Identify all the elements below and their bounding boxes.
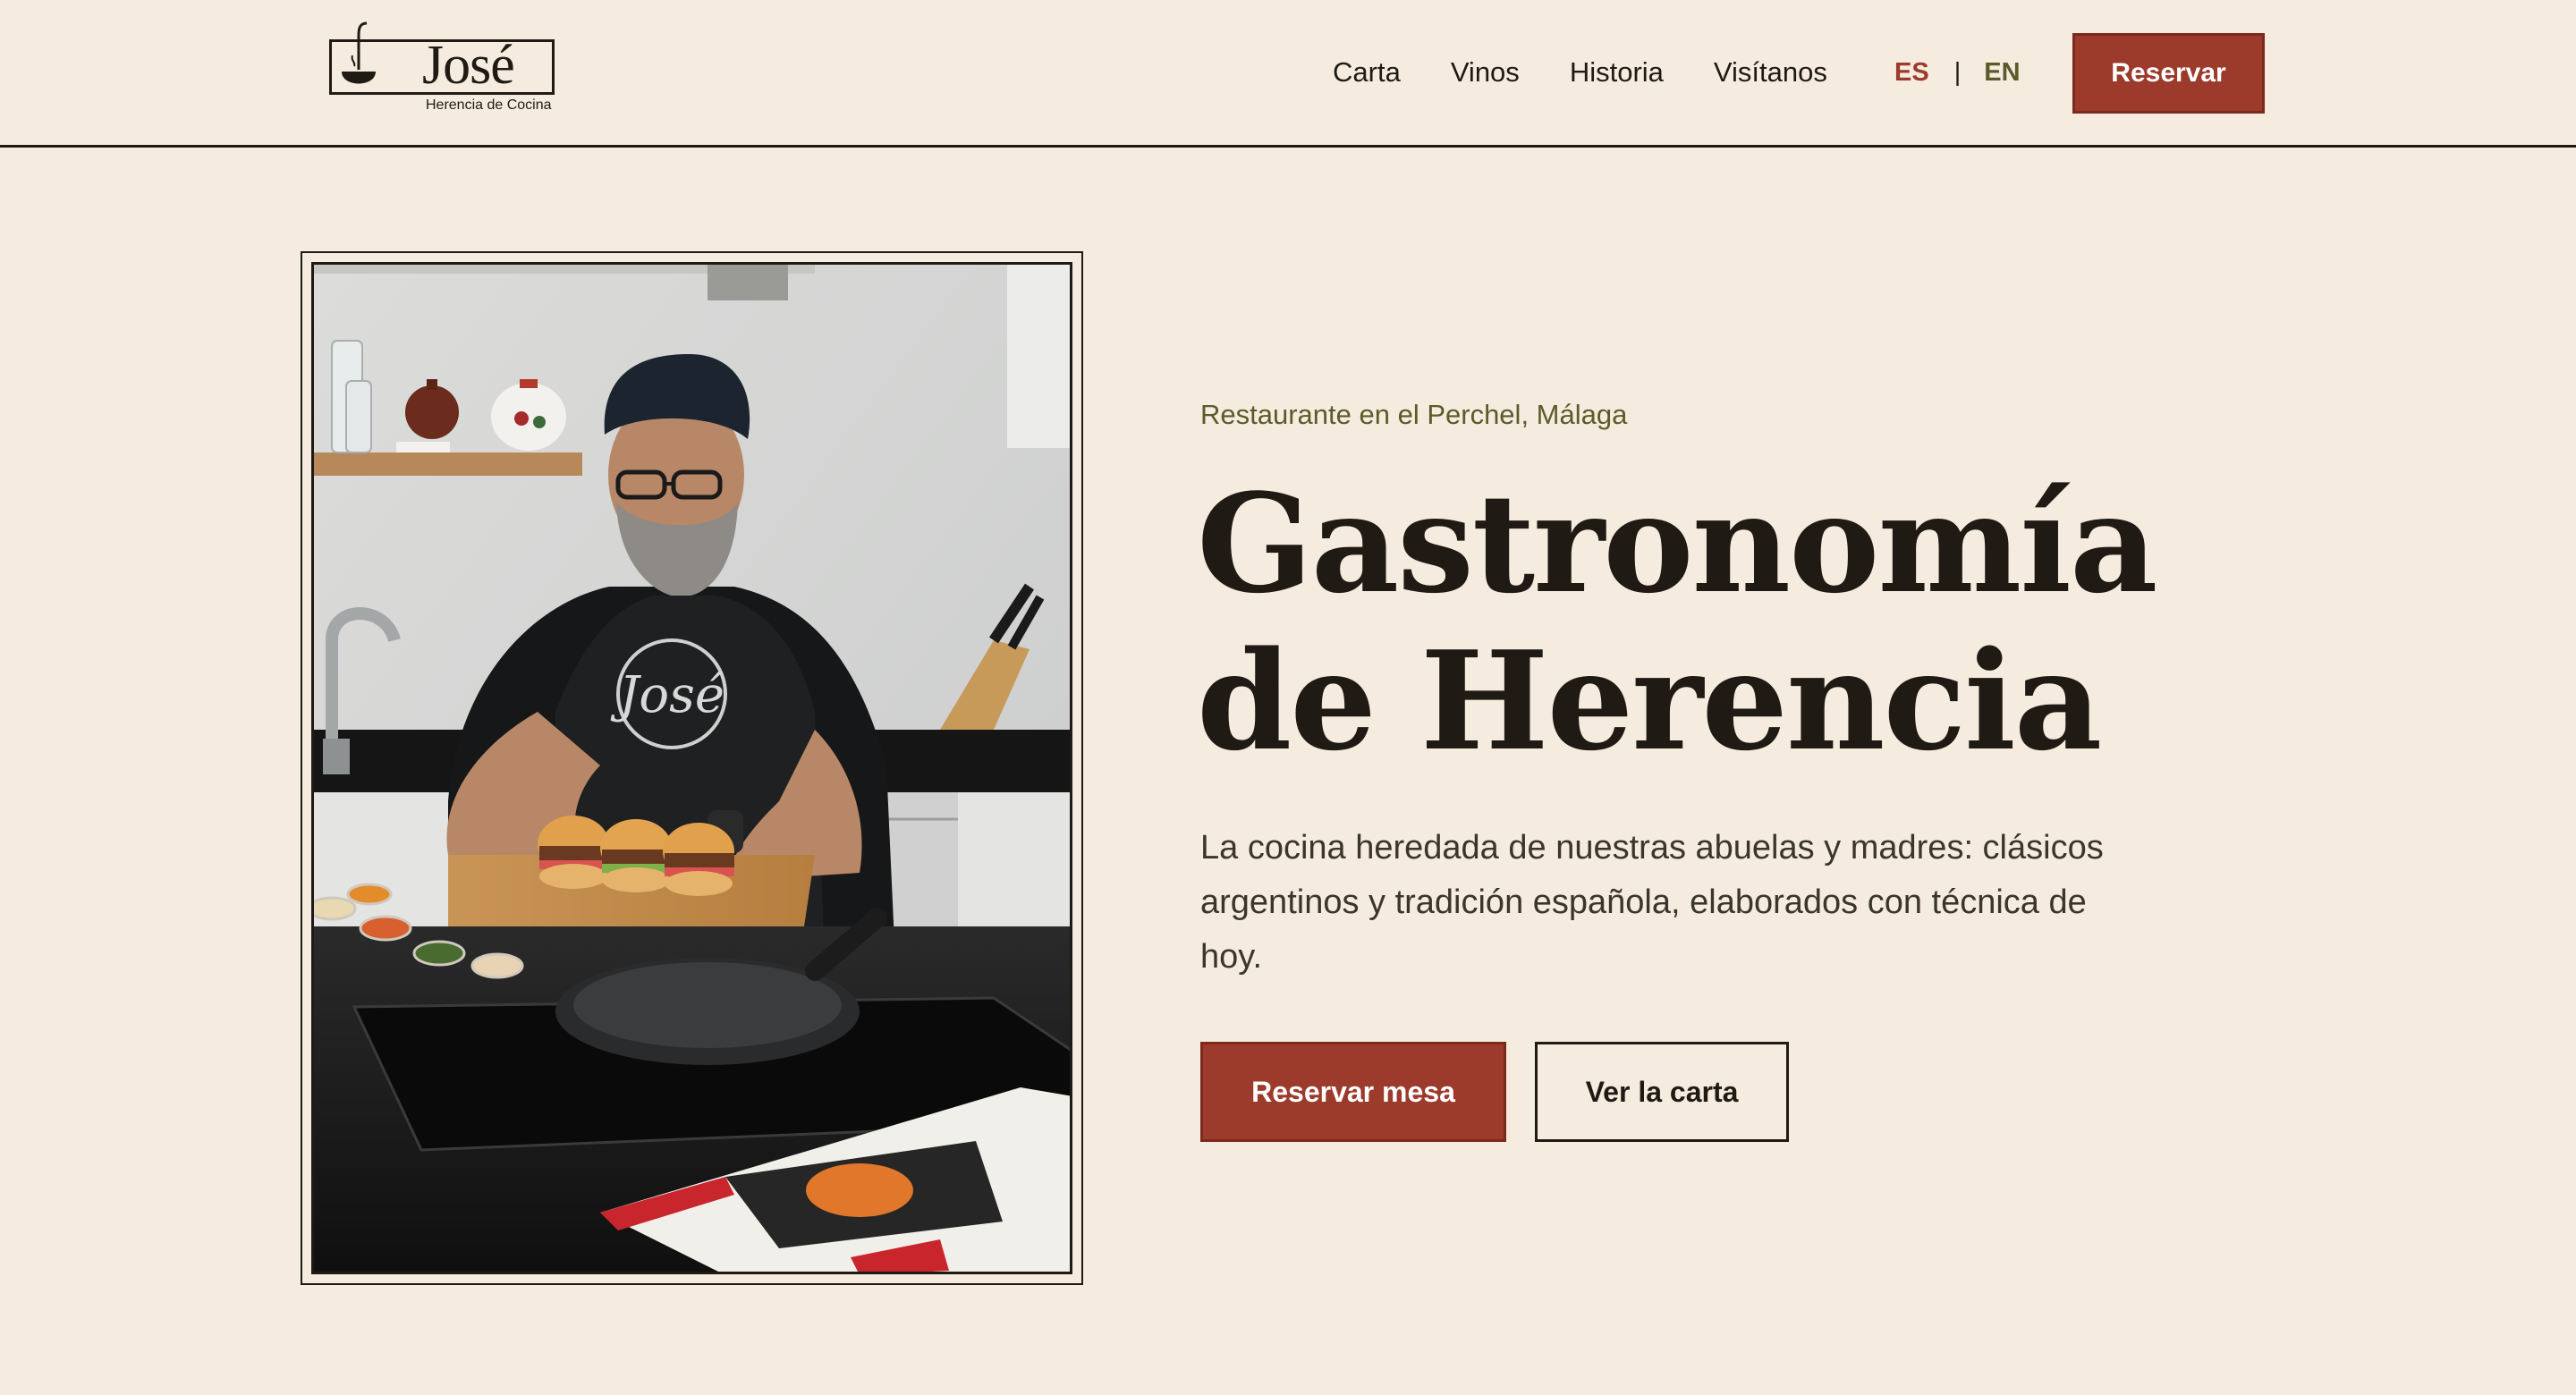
reserve-table-button[interactable]: Reservar mesa: [1200, 1042, 1506, 1142]
apron-logo-text: José: [610, 666, 724, 724]
nav-link-visitanos[interactable]: Visítanos: [1714, 56, 1827, 89]
hero-description: La cocina heredada de nuestras abuelas y…: [1200, 829, 2104, 976]
chef-illustration: José: [314, 265, 1070, 1272]
language-separator: |: [1953, 57, 1962, 87]
nav-link-carta[interactable]: Carta: [1333, 56, 1401, 89]
view-menu-button[interactable]: Ver la carta: [1535, 1042, 1789, 1142]
language-switcher: ES | EN: [1894, 50, 2021, 95]
site-header: José Herencia de Cocina Carta Vinos Hist…: [0, 0, 2576, 148]
hero-image-frame: José: [301, 251, 1083, 1285]
language-en-link[interactable]: EN: [1984, 58, 2020, 88]
main-nav: Carta Vinos Historia Visítanos: [1333, 50, 1827, 95]
logo[interactable]: José Herencia de Cocina: [326, 20, 558, 118]
hero-title-line-1: Gastronomía: [1197, 463, 2158, 623]
hero-title: Gastronomía de Herencia: [1197, 465, 2270, 780]
ladle-icon: [342, 21, 376, 84]
logo-name: José: [422, 35, 515, 96]
nav-link-historia[interactable]: Historia: [1570, 56, 1664, 89]
nav-link-vinos[interactable]: Vinos: [1451, 56, 1520, 89]
hero-title-line-2: de Herencia: [1197, 621, 2102, 781]
hero-eyebrow: Restaurante en el Perchel, Málaga: [1200, 399, 1628, 430]
logo-tagline: Herencia de Cocina: [426, 97, 552, 113]
reserve-button[interactable]: Reservar: [2072, 33, 2265, 114]
language-es-link[interactable]: ES: [1894, 58, 1929, 88]
hero-photo-chef-cooking: José: [311, 262, 1072, 1274]
